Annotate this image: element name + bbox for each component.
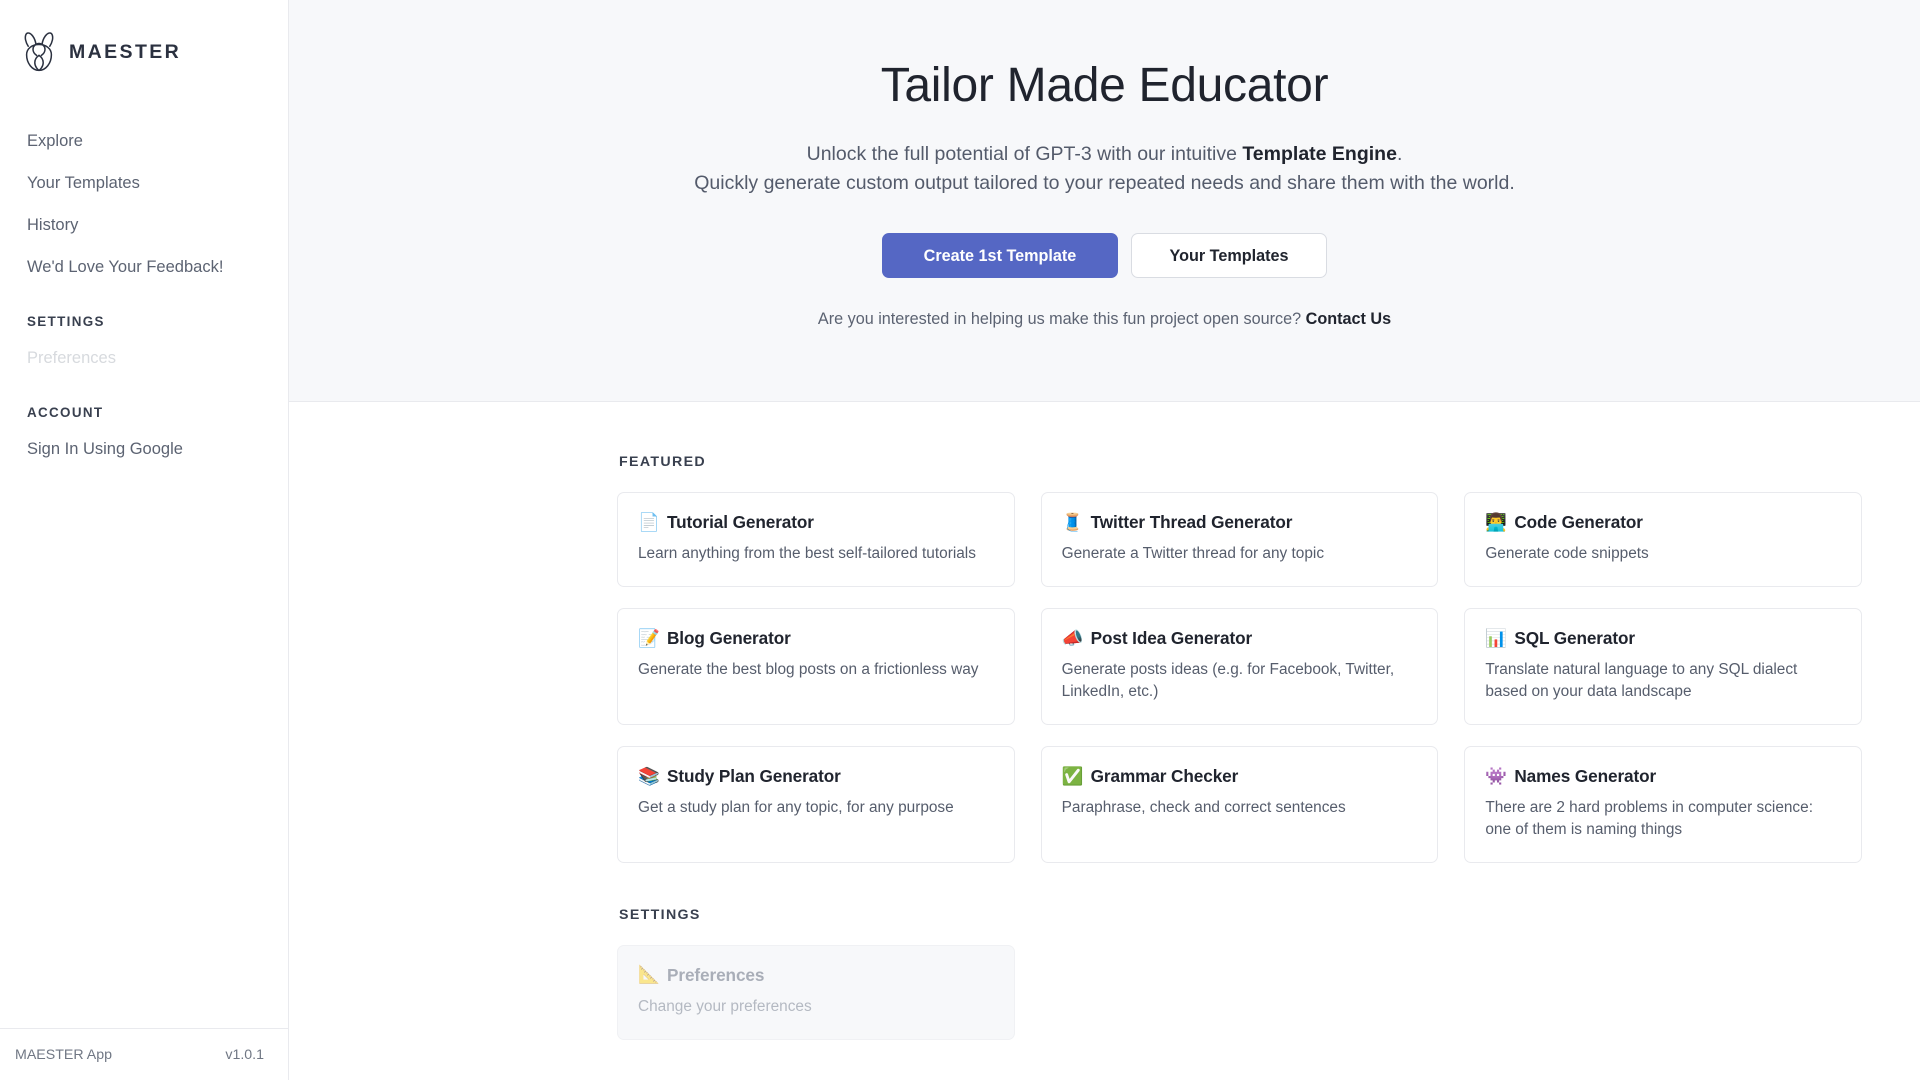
settings-nav: Preferences bbox=[0, 337, 288, 379]
card-description: Generate a Twitter thread for any topic bbox=[1061, 545, 1325, 563]
featured-section-heading: FEATURED bbox=[619, 454, 706, 471]
sidebar-item-sign-in-using-google[interactable]: Sign In Using Google bbox=[0, 428, 288, 470]
sidebar-heading-settings: SETTINGS bbox=[27, 314, 105, 329]
books-icon: 📚 bbox=[638, 765, 660, 786]
app-version-label: v1.0.1 bbox=[225, 1046, 264, 1063]
sidebar: MAESTER Explore Your Templates History W… bbox=[0, 0, 289, 1080]
card-title: Preferences bbox=[667, 964, 765, 985]
template-card[interactable]: 📝 Blog Generator Generate the best blog … bbox=[617, 608, 1015, 725]
hero-banner: Tailor Made Educator Unlock the full pot… bbox=[289, 0, 1920, 403]
sidebar-heading-account: ACCOUNT bbox=[27, 405, 104, 420]
preferences-card: 📐 Preferences Change your preferences bbox=[617, 944, 1015, 1040]
hero-subtitle-text-a: Unlock the full potential of GPT-3 with … bbox=[806, 143, 1243, 166]
hero-subtitle-emphasis: Template Engine bbox=[1242, 143, 1397, 166]
card-head: 🧵 Twitter Thread Generator bbox=[1062, 512, 1418, 533]
bar-chart-icon: 📊 bbox=[1485, 627, 1508, 648]
card-description: Change your preferences bbox=[638, 997, 812, 1015]
sidebar-content: MAESTER Explore Your Templates History W… bbox=[0, 0, 288, 1028]
card-description: Get a study plan for any topic, for any … bbox=[638, 798, 954, 816]
sidebar-item-explore[interactable]: Explore bbox=[0, 120, 288, 162]
sidebar-item-history[interactable]: History bbox=[0, 204, 288, 246]
check-mark-button-icon: ✅ bbox=[1061, 765, 1084, 786]
alien-monster-icon: 👾 bbox=[1485, 765, 1508, 786]
sidebar-item-preferences: Preferences bbox=[27, 349, 116, 367]
card-head: 👾 Names Generator bbox=[1485, 766, 1841, 787]
card-head: 📣 Post Idea Generator bbox=[1062, 628, 1418, 649]
triangular-ruler-icon: 📐 bbox=[638, 964, 660, 985]
contact-us-link[interactable]: Contact Us bbox=[1306, 310, 1391, 328]
template-card[interactable]: 📚 Study Plan Generator Get a study plan … bbox=[617, 745, 1015, 863]
card-title: Tutorial Generator bbox=[667, 512, 814, 533]
featured-card-grid: 📄 Tutorial Generator Learn anything from… bbox=[617, 492, 1862, 863]
card-title: Twitter Thread Generator bbox=[1090, 512, 1293, 533]
rabbit-logo-icon bbox=[22, 32, 56, 72]
card-description: There are 2 hard problems in computer sc… bbox=[1485, 798, 1813, 838]
template-card[interactable]: 📣 Post Idea Generator Generate posts ide… bbox=[1040, 608, 1439, 725]
megaphone-icon: 📣 bbox=[1061, 627, 1084, 648]
card-title: Names Generator bbox=[1514, 765, 1657, 786]
sidebar-item-feedback[interactable]: We'd Love Your Feedback! bbox=[0, 246, 288, 288]
template-card[interactable]: 📊 SQL Generator Translate natural langua… bbox=[1464, 608, 1862, 725]
brand[interactable]: MAESTER bbox=[0, 28, 288, 76]
settings-card-grid: 📐 Preferences Change your preferences bbox=[617, 944, 1862, 1040]
sidebar-item-your-templates[interactable]: Your Templates bbox=[0, 162, 288, 204]
card-head: 📚 Study Plan Generator bbox=[638, 766, 994, 787]
card-title: SQL Generator bbox=[1514, 628, 1635, 649]
account-nav: Sign In Using Google bbox=[0, 428, 288, 470]
card-title: Blog Generator bbox=[667, 628, 791, 649]
card-description: Learn anything from the best self-tailor… bbox=[638, 545, 976, 563]
card-head: 📝 Blog Generator bbox=[638, 628, 994, 649]
card-description: Generate code snippets bbox=[1485, 545, 1649, 563]
app-root: MAESTER Explore Your Templates History W… bbox=[0, 0, 1920, 1080]
hero-note-text: Are you interested in helping us make th… bbox=[817, 310, 1302, 329]
card-head: 📐 Preferences bbox=[638, 965, 994, 986]
template-card[interactable]: 👨‍💻 Code Generator Generate code snippet… bbox=[1464, 492, 1862, 588]
card-head: 📊 SQL Generator bbox=[1485, 628, 1841, 649]
hero-note: Are you interested in helping us make th… bbox=[329, 310, 1880, 329]
settings-section-heading: SETTINGS bbox=[619, 906, 701, 923]
sidebar-footer: MAESTER App v1.0.1 bbox=[0, 1028, 288, 1080]
your-templates-button[interactable]: Your Templates bbox=[1131, 233, 1327, 279]
content-inner: FEATURED 📄 Tutorial Generator Learn anyt… bbox=[617, 454, 1862, 1040]
hero-subtitle: Unlock the full potential of GPT-3 with … bbox=[655, 140, 1555, 197]
hero-subtitle-line1: Unlock the full potential of GPT-3 with … bbox=[807, 143, 1403, 165]
card-title: Code Generator bbox=[1514, 512, 1643, 533]
card-description: Paraphrase, check and correct sentences bbox=[1061, 798, 1346, 816]
card-description: Generate posts ideas (e.g. for Facebook,… bbox=[1061, 661, 1395, 701]
brand-name: MAESTER bbox=[69, 40, 182, 63]
template-card[interactable]: 👾 Names Generator There are 2 hard probl… bbox=[1464, 745, 1862, 863]
template-card[interactable]: 🧵 Twitter Thread Generator Generate a Tw… bbox=[1040, 492, 1439, 588]
template-card[interactable]: 📄 Tutorial Generator Learn anything from… bbox=[617, 492, 1015, 588]
hero-subtitle-line2: Quickly generate custom output tailored … bbox=[694, 171, 1515, 194]
primary-nav: Explore Your Templates History We'd Love… bbox=[0, 120, 288, 288]
card-description: Translate natural language to any SQL di… bbox=[1485, 661, 1798, 701]
page-title: Tailor Made Educator bbox=[880, 59, 1329, 112]
card-description: Generate the best blog posts on a fricti… bbox=[638, 661, 979, 679]
app-name-label: MAESTER App bbox=[15, 1046, 112, 1063]
settings-section: SETTINGS 📐 Preferences Change your prefe… bbox=[617, 907, 1862, 1040]
hero-actions: Create 1st Template Your Templates bbox=[329, 233, 1880, 279]
create-first-template-button[interactable]: Create 1st Template bbox=[882, 233, 1118, 279]
template-card[interactable]: ✅ Grammar Checker Paraphrase, check and … bbox=[1040, 745, 1439, 863]
card-title: Post Idea Generator bbox=[1090, 628, 1253, 649]
card-head: ✅ Grammar Checker bbox=[1062, 766, 1418, 787]
content-area: FEATURED 📄 Tutorial Generator Learn anyt… bbox=[289, 402, 1920, 1040]
card-head: 📄 Tutorial Generator bbox=[638, 512, 994, 533]
technologist-icon: 👨‍💻 bbox=[1485, 512, 1508, 533]
page-with-curl-icon: 📄 bbox=[638, 512, 660, 533]
card-head: 👨‍💻 Code Generator bbox=[1485, 512, 1841, 533]
card-title: Grammar Checker bbox=[1090, 765, 1239, 786]
hero-subtitle-text-c: . bbox=[1396, 143, 1403, 166]
memo-icon: 📝 bbox=[638, 627, 660, 648]
card-title: Study Plan Generator bbox=[667, 765, 841, 786]
main-content: Tailor Made Educator Unlock the full pot… bbox=[289, 0, 1920, 1080]
thread-spool-icon: 🧵 bbox=[1061, 512, 1084, 533]
